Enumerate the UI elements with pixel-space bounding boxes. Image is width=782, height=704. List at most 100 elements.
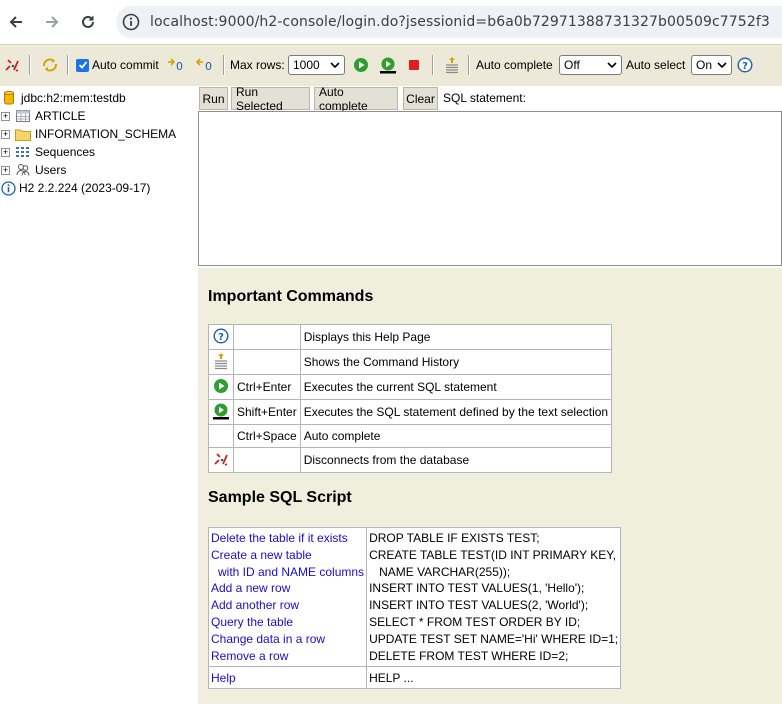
tree-version: H2 2.2.224 (2023-09-17) xyxy=(0,179,150,197)
help-button[interactable]: ? xyxy=(737,55,753,75)
run-selected-icon[interactable] xyxy=(208,399,234,425)
sequences-icon xyxy=(15,144,31,160)
table-row: Ctrl+Space Auto complete xyxy=(208,424,613,448)
table-row: Help HELP ... xyxy=(207,666,622,690)
chevron-down-icon xyxy=(330,62,340,69)
svg-text:?: ? xyxy=(742,61,748,72)
sql-line: UPDATE TEST SET NAME='Hi' WHERE ID=1; xyxy=(369,631,619,646)
svg-text:0: 0 xyxy=(176,60,183,73)
auto-complete-button[interactable]: Auto complete xyxy=(314,85,398,113)
tree-item-label: Users xyxy=(35,163,67,177)
sql-statement-label: SQL statement: xyxy=(443,91,526,105)
sql-line: CREATE TABLE TEST(ID INT PRIMARY KEY, xyxy=(369,547,617,562)
commit-button[interactable]: 0 xyxy=(166,55,186,75)
run-icon[interactable] xyxy=(208,374,234,400)
forward-button[interactable] xyxy=(38,8,66,36)
rollback-icon: 0 xyxy=(195,58,212,73)
sample-link[interactable]: Add a new row xyxy=(211,580,364,597)
auto-commit-toggle[interactable]: Auto commit xyxy=(76,55,159,75)
folder-icon xyxy=(15,126,31,142)
command-key xyxy=(233,349,301,375)
back-button[interactable] xyxy=(2,8,30,36)
sql-line: INSERT INTO TEST VALUES(2, 'World'); xyxy=(369,598,589,613)
run-button-toolbar[interactable] xyxy=(353,55,369,75)
disconnect-icon[interactable] xyxy=(208,447,234,473)
commit-icon: 0 xyxy=(168,58,183,73)
tree-item-users[interactable]: + Users xyxy=(0,161,66,179)
checkmark-icon xyxy=(78,61,87,69)
auto-complete-value: Off xyxy=(564,58,580,72)
tree-item-label: ARTICLE xyxy=(35,109,86,123)
refresh-button[interactable] xyxy=(41,55,59,75)
table-icon xyxy=(15,108,31,124)
stop-icon xyxy=(409,60,419,70)
database-icon xyxy=(1,90,17,106)
run-icon xyxy=(354,58,368,72)
command-description: Shows the Command History xyxy=(299,349,613,375)
commands-table: ? Displays this Help Page Shows the Comm… xyxy=(208,324,613,473)
auto-complete-select[interactable]: Off xyxy=(559,55,622,75)
tree-item-information-schema[interactable]: + INFORMATION_SCHEMA xyxy=(0,125,176,143)
history-icon[interactable] xyxy=(208,349,234,375)
auto-commit-checkbox[interactable] xyxy=(76,58,89,72)
sample-link[interactable]: Remove a row xyxy=(211,648,364,665)
history-icon xyxy=(446,57,458,74)
sql-editor[interactable] xyxy=(198,111,782,266)
chevron-down-icon xyxy=(607,62,617,69)
help-icon[interactable]: ? xyxy=(208,324,234,350)
expand-icon[interactable]: + xyxy=(1,111,10,121)
help-link-cell: Help xyxy=(207,666,368,690)
sample-link[interactable]: Create a new table xyxy=(211,547,364,564)
expand-icon[interactable]: + xyxy=(1,147,10,157)
max-rows-select[interactable]: 1000 xyxy=(288,55,345,75)
sql-line: INSERT INTO TEST VALUES(1, 'Hello'); xyxy=(369,581,585,596)
tree-item-sequences[interactable]: + Sequences xyxy=(0,143,95,161)
command-description: Displays this Help Page xyxy=(299,324,613,350)
expand-icon[interactable]: + xyxy=(1,129,10,139)
help-link[interactable]: Help xyxy=(211,671,236,685)
result-panel: Important Commands ? Displays this Help … xyxy=(198,268,782,704)
toolbar: Auto commit 0 0 Max rows: 1000 Auto comp… xyxy=(0,44,782,86)
svg-text:0: 0 xyxy=(205,60,212,73)
command-description: Auto complete xyxy=(299,424,613,448)
auto-select-value: On xyxy=(696,58,713,72)
stop-button[interactable] xyxy=(407,55,421,75)
address-bar[interactable]: localhost:9000/h2-console/login.do?jsess… xyxy=(116,6,782,38)
reload-button[interactable] xyxy=(74,8,102,36)
run-button[interactable]: Run xyxy=(199,87,228,110)
table-row: Disconnects from the database xyxy=(208,447,613,473)
version-label: H2 2.2.224 (2023-09-17) xyxy=(19,181,151,195)
sample-link[interactable]: Query the table xyxy=(211,614,364,631)
command-key: Shift+Enter xyxy=(233,399,301,425)
help-sql: HELP ... xyxy=(366,666,622,690)
empty-icon-cell xyxy=(208,424,234,448)
query-toolbar: Run Run Selected Auto complete Clear SQL… xyxy=(198,85,782,113)
history-button[interactable] xyxy=(444,55,460,75)
command-key xyxy=(233,447,301,473)
browser-bar: localhost:9000/h2-console/login.do?jsess… xyxy=(0,0,782,44)
tree-item-article[interactable]: + ARTICLE xyxy=(0,107,85,125)
command-description: Disconnects from the database xyxy=(299,447,613,473)
sample-link[interactable]: Delete the table if it exists xyxy=(211,530,364,547)
sample-link[interactable]: Change data in a row xyxy=(211,631,364,648)
tree-item-label: Sequences xyxy=(35,145,96,159)
run-selected-icon xyxy=(380,57,396,74)
rollback-button[interactable]: 0 xyxy=(195,55,215,75)
run-selected-button[interactable]: Run Selected xyxy=(231,85,310,113)
tree-connection[interactable]: jdbc:h2:mem:testdb xyxy=(0,89,126,107)
disconnect-button[interactable] xyxy=(4,55,20,75)
run-selected-button-toolbar[interactable] xyxy=(379,55,397,75)
disconnect-icon xyxy=(5,59,19,72)
expand-icon[interactable]: + xyxy=(1,165,10,175)
auto-commit-label: Auto commit xyxy=(92,58,159,72)
auto-select-select[interactable]: On xyxy=(691,55,732,75)
sample-link[interactable]: Add another row xyxy=(211,597,364,614)
tree-item-label: INFORMATION_SCHEMA xyxy=(35,127,177,141)
sample-sql-table: Delete the table if it exists Create a n… xyxy=(207,526,622,690)
table-row: Shift+Enter Executes the SQL statement d… xyxy=(208,399,613,425)
command-key: Ctrl+Space xyxy=(233,424,301,448)
site-info-icon[interactable] xyxy=(122,13,140,31)
clear-button[interactable]: Clear xyxy=(403,87,438,110)
sample-link[interactable]: with ID and NAME columns xyxy=(211,564,364,581)
help-icon: ? xyxy=(737,57,753,73)
